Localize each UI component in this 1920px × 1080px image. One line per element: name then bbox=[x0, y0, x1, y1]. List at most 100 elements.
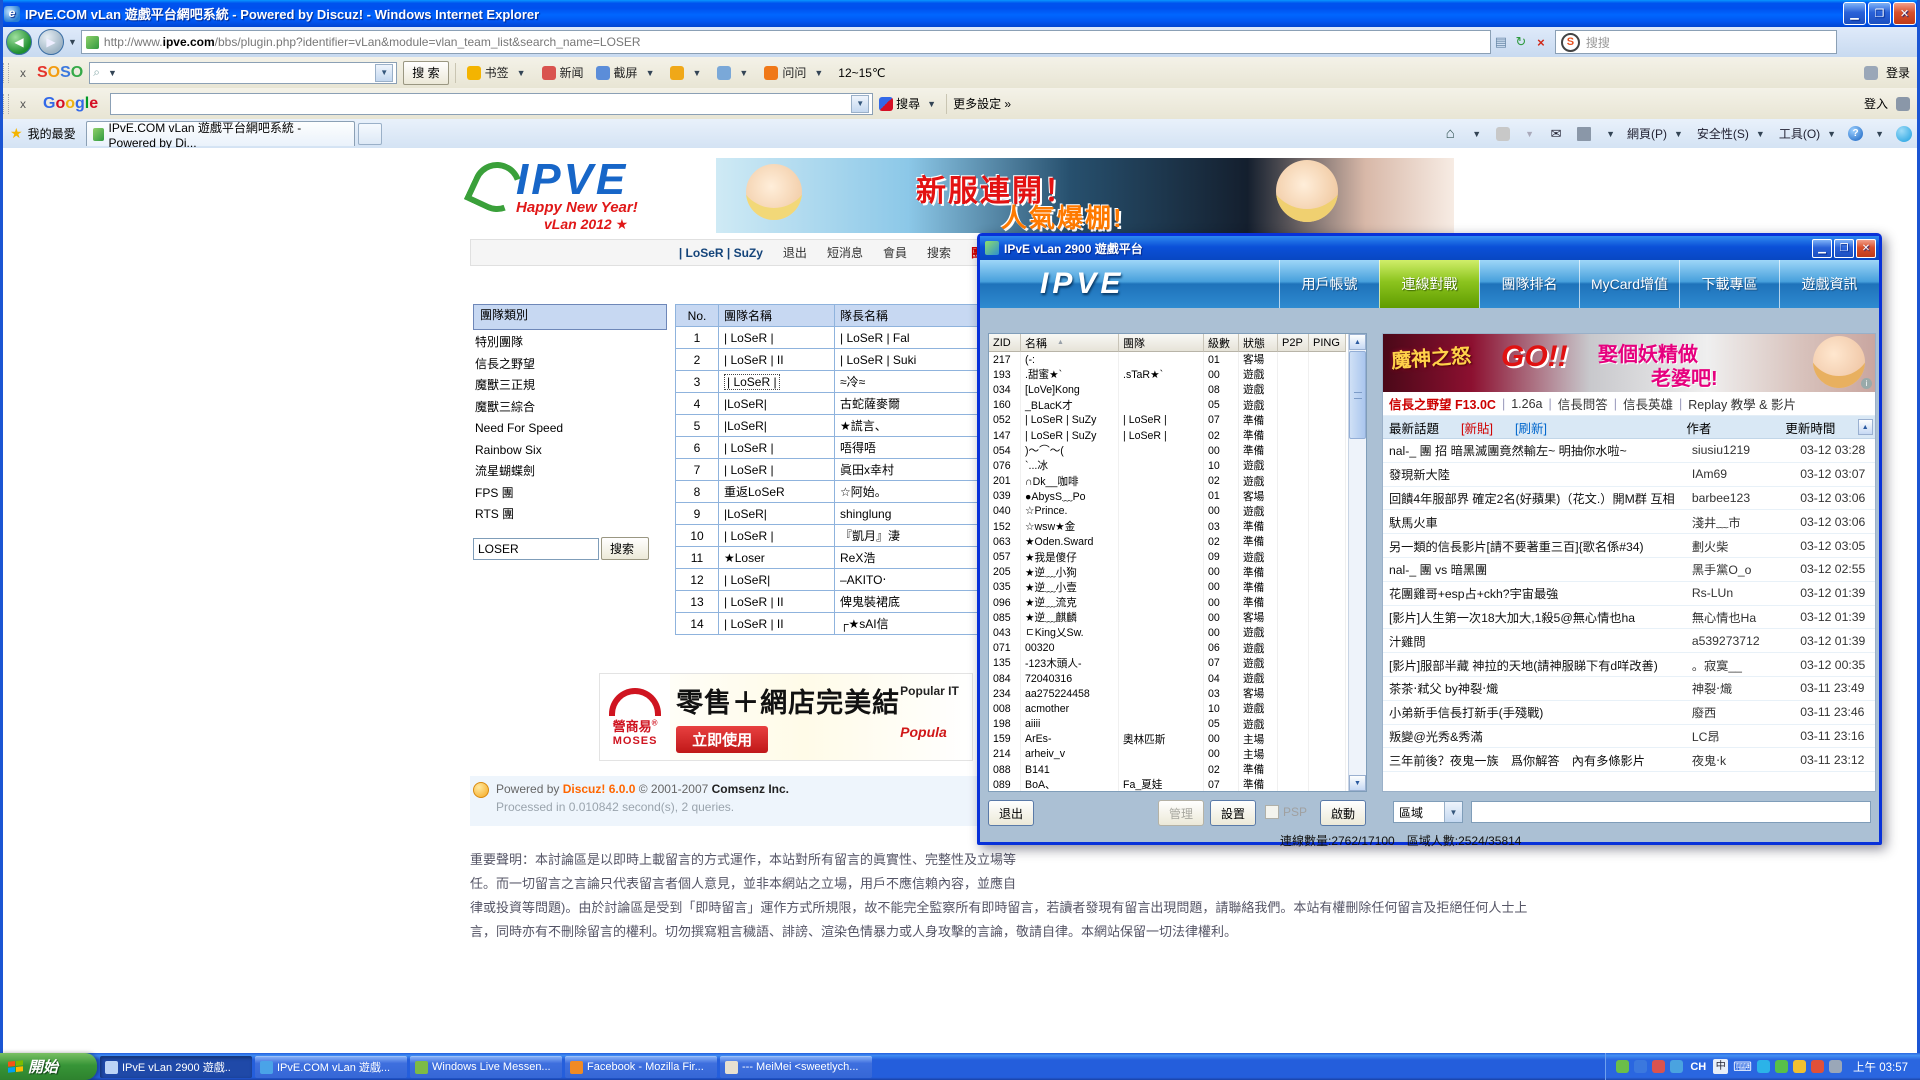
player-row[interactable]: 205★逆﹏小狗00準備 bbox=[989, 565, 1366, 580]
vlan-titlebar[interactable]: IPvE vLan 2900 遊戲平台 ▁ ❐ ✕ bbox=[980, 236, 1879, 260]
player-row[interactable]: 234aa27522445803客場 bbox=[989, 686, 1366, 701]
player-row[interactable]: 034[LoVe]Kong08遊戲 bbox=[989, 382, 1366, 397]
player-row[interactable]: 217(-:01客場 bbox=[989, 352, 1366, 367]
nav-link-短消息[interactable]: 短消息 bbox=[827, 244, 863, 261]
cmd-網頁(P)[interactable]: 網頁(P)▼ bbox=[1627, 125, 1687, 142]
google-search-button[interactable]: 搜尋▼ bbox=[879, 95, 940, 112]
game-link[interactable]: 信長問答 bbox=[1558, 394, 1608, 413]
player-row[interactable]: 089BoA、Fa_夏娃07準備 bbox=[989, 777, 1366, 792]
team-leader[interactable]: ☆阿始。 bbox=[835, 481, 981, 503]
player-row[interactable]: 096★逆﹏流克00準備 bbox=[989, 595, 1366, 610]
toolbar-书签-button[interactable]: 书签▼ bbox=[462, 61, 535, 85]
game-link[interactable]: 信長之野望 F13.0C bbox=[1389, 394, 1496, 413]
player-col-header[interactable]: 名稱▲ bbox=[1021, 334, 1119, 352]
compatibility-icon[interactable]: ▤ bbox=[1491, 32, 1511, 52]
soso-login-link[interactable]: 登录 bbox=[1886, 64, 1910, 81]
team-name[interactable]: |LoSeR| bbox=[719, 393, 835, 415]
forum-row[interactable]: 叛變@光秀&秀滿LC昂03-11 23:16 bbox=[1383, 725, 1875, 749]
sidebar-item[interactable]: Rainbow Six bbox=[475, 440, 655, 462]
forum-new-link[interactable]: [新貼] bbox=[1461, 418, 1493, 437]
vlan-tab-遊戲資訊[interactable]: 遊戲資訊 bbox=[1779, 260, 1879, 308]
forum-row[interactable]: 汁雞問a53927371203-12 01:39 bbox=[1383, 629, 1875, 653]
team-leader[interactable]: 唔得唔 bbox=[835, 437, 981, 459]
task-window-icon[interactable]: IPvE vLan 2900 遊戲.. bbox=[100, 1056, 252, 1078]
rss-icon[interactable] bbox=[1493, 124, 1513, 144]
usb-icon[interactable] bbox=[1829, 1060, 1842, 1073]
player-row[interactable]: 085★逆﹏麒麟00客場 bbox=[989, 610, 1366, 625]
ad-banner-top[interactable]: 新服連開！ 人氣爆棚! bbox=[716, 158, 1454, 233]
soso-close-button[interactable]: x bbox=[15, 66, 31, 80]
print-icon[interactable] bbox=[1574, 124, 1594, 144]
scroll-up-icon[interactable]: ▲ bbox=[1349, 334, 1366, 350]
ime-icon[interactable]: 中 bbox=[1713, 1059, 1728, 1074]
stop-button[interactable]: × bbox=[1531, 32, 1551, 52]
player-row[interactable]: 147| LoSeR | SuZy| LoSeR |02準備 bbox=[989, 428, 1366, 443]
player-row[interactable]: 008acmother10遊戲 bbox=[989, 701, 1366, 716]
forum-row[interactable]: [影片]人生第一次18大加大,1殺5@無心情也ha無心情也Ha03-12 01:… bbox=[1383, 606, 1875, 630]
player-row[interactable]: 076`...冰10遊戲 bbox=[989, 458, 1366, 473]
help-icon[interactable]: ? bbox=[1848, 126, 1863, 141]
player-col-header[interactable]: 團隊 bbox=[1119, 334, 1204, 352]
antivirus-icon[interactable] bbox=[1652, 1060, 1665, 1073]
google-combo-dropdown-icon[interactable]: ▼ bbox=[851, 95, 869, 113]
start-button[interactable]: 開始 bbox=[0, 1053, 97, 1080]
nav-link-會員[interactable]: 會員 bbox=[883, 244, 907, 261]
team-name[interactable]: | LoSeR | bbox=[719, 371, 835, 393]
forward-button[interactable]: ▶ bbox=[38, 29, 64, 55]
sidebar-item[interactable]: 特別團隊 bbox=[475, 332, 655, 354]
player-row[interactable]: 214arheiv_v00主場 bbox=[989, 747, 1366, 762]
player-row[interactable]: 160_BLacK才05遊戲 bbox=[989, 398, 1366, 413]
forum-row[interactable]: [影片]服部半藏 神拉的天地(請神服睇下有d咩改善)。寂寞__03-12 00:… bbox=[1383, 653, 1875, 677]
team-leader[interactable]: 古蛇薩麥爾 bbox=[835, 393, 981, 415]
comsenz-link[interactable]: Comsenz Inc. bbox=[712, 782, 789, 796]
exit-button[interactable]: 退出 bbox=[988, 800, 1034, 826]
toolbar-问问-button[interactable]: 问问▼ bbox=[759, 61, 832, 85]
task-msn-icon[interactable]: Windows Live Messen... bbox=[410, 1056, 562, 1078]
vlan-tab-MyCard增值[interactable]: MyCard增值 bbox=[1579, 260, 1679, 308]
toolbar-grip[interactable] bbox=[3, 63, 9, 83]
player-row[interactable]: 0710032006遊戲 bbox=[989, 641, 1366, 656]
task-firefox-icon[interactable]: Facebook - Mozilla Fir... bbox=[565, 1056, 717, 1078]
player-row[interactable]: 198aiiii05遊戲 bbox=[989, 717, 1366, 732]
start-button[interactable]: 啟動 bbox=[1320, 800, 1366, 826]
dropdown-icon[interactable]: ▼ bbox=[517, 68, 526, 78]
task-ie-icon[interactable]: IPvE.COM vLan 遊戲... bbox=[255, 1056, 407, 1078]
soso-search-input[interactable]: ⌕▼ ▼ bbox=[89, 62, 397, 84]
skype-icon[interactable] bbox=[1896, 126, 1912, 142]
vlan-close-button[interactable]: ✕ bbox=[1856, 239, 1876, 258]
player-row[interactable]: 043ㄷKing乂Sw.00遊戲 bbox=[989, 625, 1366, 640]
nav-link-搜索[interactable]: 搜索 bbox=[927, 244, 951, 261]
discuz-link[interactable]: Discuz! 6.0.0 bbox=[563, 782, 636, 796]
team-leader[interactable]: | LoSeR | Fal bbox=[835, 327, 981, 349]
player-col-header[interactable]: P2P bbox=[1278, 334, 1309, 352]
player-row[interactable]: 152☆wsw★金03準備 bbox=[989, 519, 1366, 534]
player-row[interactable]: 039●AbysS﹏Po01客場 bbox=[989, 489, 1366, 504]
team-name[interactable]: | LoSeR | bbox=[719, 459, 835, 481]
scroll-down-icon[interactable]: ▼ bbox=[1349, 775, 1366, 791]
info-icon[interactable]: i bbox=[1861, 378, 1872, 389]
maximize-button[interactable]: ❐ bbox=[1868, 2, 1891, 25]
weather-label[interactable]: 12~15℃ bbox=[838, 66, 885, 80]
vlan-tab-連線對戰[interactable]: 連線對戰 bbox=[1379, 260, 1479, 308]
team-leader[interactable]: ≈冷≈ bbox=[835, 371, 981, 393]
ad-cta-button[interactable]: 立即使用 bbox=[676, 726, 768, 753]
keyboard-icon[interactable]: ⌨ bbox=[1733, 1059, 1752, 1075]
player-row[interactable]: 0847204031604遊戲 bbox=[989, 671, 1366, 686]
vlan-minimize-button[interactable]: ▁ bbox=[1812, 239, 1832, 258]
vlan-maximize-button[interactable]: ❐ bbox=[1834, 239, 1854, 258]
close-button[interactable]: ✕ bbox=[1893, 2, 1916, 25]
toolbar-截屏-button[interactable]: 截屏▼ bbox=[591, 61, 664, 85]
dropdown-icon[interactable]: ▼ bbox=[814, 68, 823, 78]
team-name[interactable]: ★Loser bbox=[719, 547, 835, 569]
sidebar-item[interactable]: 流星蝴蝶劍 bbox=[475, 461, 655, 483]
scroll-thumb[interactable] bbox=[1349, 351, 1366, 439]
network-icon[interactable] bbox=[1670, 1060, 1683, 1073]
vlan-tab-下載專區[interactable]: 下載專區 bbox=[1679, 260, 1779, 308]
alert-icon[interactable] bbox=[1811, 1060, 1824, 1073]
player-col-header[interactable]: 狀態 bbox=[1239, 334, 1278, 352]
logged-in-user[interactable]: | LoSeR | SuZy bbox=[679, 246, 763, 260]
team-leader[interactable]: shinglung bbox=[835, 503, 981, 525]
forum-row[interactable]: nal-_ 團 招 暗黑滅團竟然輸左~ 明抽你水啦~siusiu121903-1… bbox=[1383, 439, 1875, 463]
player-row[interactable]: 063★Oden.Sward02準備 bbox=[989, 534, 1366, 549]
player-list-scrollbar[interactable]: ▲ ▼ bbox=[1348, 334, 1366, 791]
